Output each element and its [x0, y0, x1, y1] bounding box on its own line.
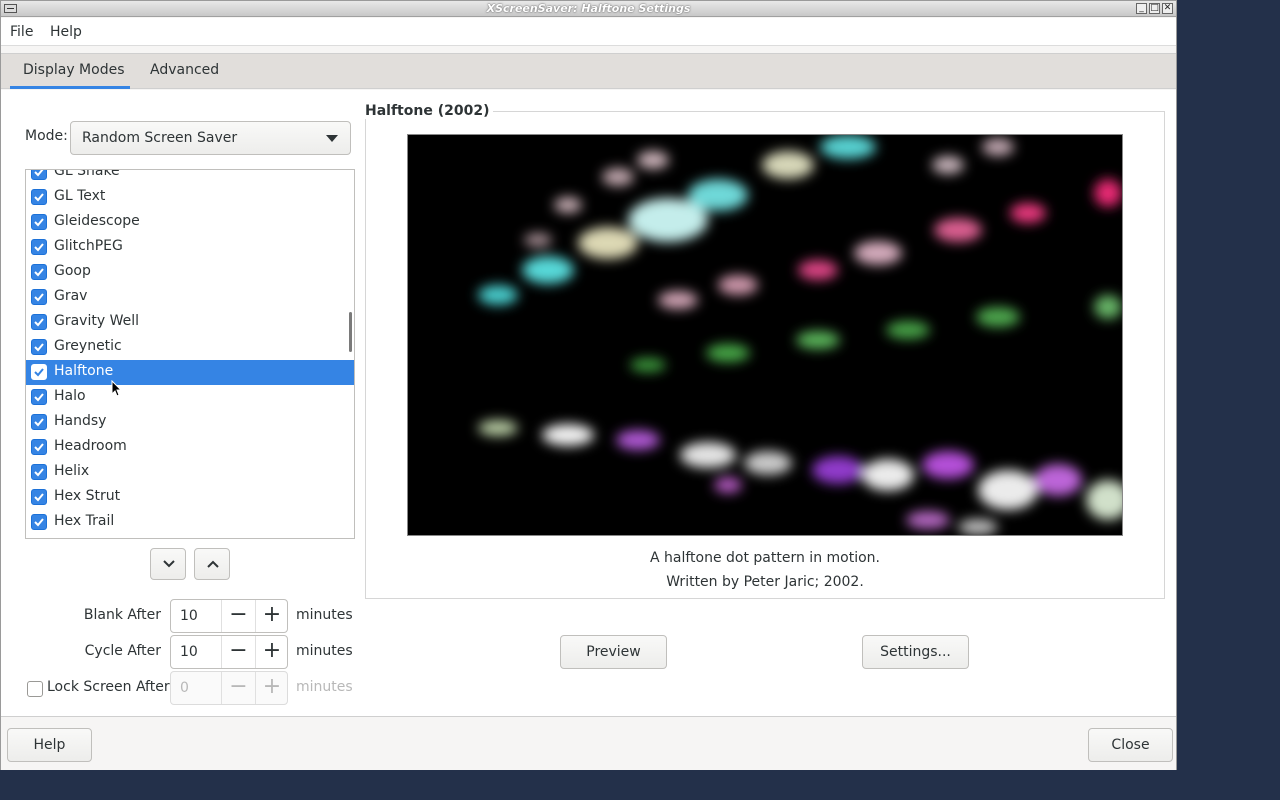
list-item-label: Hex Strut: [54, 488, 121, 504]
decrement-icon[interactable]: −: [221, 636, 255, 668]
lock-after-spinner: 0 − +: [170, 671, 288, 705]
checkbox-checked-icon[interactable]: [31, 464, 47, 480]
move-down-button[interactable]: [150, 548, 186, 580]
list-item-label: Helix: [54, 463, 90, 479]
preview-author: Written by Peter Jaric; 2002.: [666, 574, 864, 590]
lock-screen-checkbox[interactable]: [27, 681, 43, 697]
list-item[interactable]: Hex Strut: [26, 485, 354, 510]
titlebar[interactable]: XScreenSaver: Halftone Settings _ □ ✕: [1, 1, 1176, 17]
checkbox-checked-icon[interactable]: [31, 439, 47, 455]
help-button[interactable]: Help: [7, 728, 92, 762]
checkbox-checked-icon[interactable]: [31, 264, 47, 280]
decrement-icon[interactable]: −: [221, 600, 255, 632]
blank-after-label: Blank After: [83, 607, 161, 623]
list-item-label: Handsy: [54, 413, 107, 429]
decrement-icon: −: [221, 672, 255, 704]
list-item[interactable]: GL Snake: [26, 169, 354, 185]
list-item-label: Gravity Well: [54, 313, 139, 329]
increment-icon[interactable]: +: [255, 636, 288, 668]
list-item[interactable]: Grav: [26, 285, 354, 310]
lock-after-unit: minutes: [296, 679, 353, 695]
list-item[interactable]: Headroom: [26, 435, 354, 460]
bottom-bar: Help Close: [1, 718, 1176, 770]
menu-file[interactable]: File: [10, 24, 33, 40]
chevron-down-icon: [163, 560, 175, 568]
dropdown-arrow-icon: [326, 135, 338, 142]
maximize-icon[interactable]: □: [1149, 3, 1160, 14]
tab-advanced[interactable]: Advanced: [150, 62, 219, 78]
cycle-after-spinner[interactable]: 10 − +: [170, 635, 288, 669]
checkbox-checked-icon[interactable]: [31, 514, 47, 530]
list-item[interactable]: Halo: [26, 385, 354, 410]
preview-button[interactable]: Preview: [560, 635, 667, 669]
checkbox-checked-icon[interactable]: [31, 170, 47, 180]
lock-after-value: 0: [180, 680, 189, 696]
screensaver-list[interactable]: GL Snake GL Text Gleidescope GlitchPEG Goop G…: [25, 169, 355, 539]
close-window-icon[interactable]: ✕: [1162, 3, 1173, 14]
menubar: File Help: [1, 18, 1176, 46]
settings-window: XScreenSaver: Halftone Settings _ □ ✕ Fi…: [0, 0, 1177, 770]
preview-description: A halftone dot pattern in motion.: [649, 550, 880, 566]
checkbox-checked-icon[interactable]: [31, 314, 47, 330]
checkbox-checked-icon[interactable]: [31, 189, 47, 205]
list-item-label: Halo: [54, 388, 86, 404]
move-up-button[interactable]: [194, 548, 230, 580]
checkbox-checked-icon[interactable]: [31, 364, 47, 380]
list-item[interactable]: Halftone: [26, 360, 354, 385]
list-item-label: Halftone: [54, 363, 114, 379]
list-scrollbar[interactable]: [349, 312, 352, 352]
settings-button[interactable]: Settings...: [862, 635, 969, 669]
checkbox-checked-icon[interactable]: [31, 489, 47, 505]
menu-help[interactable]: Help: [50, 24, 82, 40]
increment-icon[interactable]: +: [255, 600, 288, 632]
list-item-label: GL Text: [54, 188, 106, 204]
checkbox-checked-icon[interactable]: [31, 239, 47, 255]
window-title: XScreenSaver: Halftone Settings: [486, 2, 691, 15]
cycle-after-label: Cycle After: [84, 643, 161, 659]
list-item[interactable]: Hex Trail: [26, 510, 354, 535]
display-modes-panel: Mode: Random Screen Saver GL Snake GL Tex…: [1, 90, 1176, 717]
blank-after-value[interactable]: 10: [180, 608, 198, 624]
tab-display-modes[interactable]: Display Modes: [23, 62, 125, 78]
list-item[interactable]: GL Text: [26, 185, 354, 210]
lock-screen-label[interactable]: Lock Screen After: [47, 679, 170, 695]
increment-icon: +: [255, 672, 288, 704]
checkbox-checked-icon[interactable]: [31, 414, 47, 430]
list-item[interactable]: Gravity Well: [26, 310, 354, 335]
mode-value: Random Screen Saver: [82, 130, 238, 146]
list-item-label: Gleidescope: [54, 213, 140, 229]
list-item[interactable]: Gleidescope: [26, 210, 354, 235]
cycle-after-value[interactable]: 10: [180, 644, 198, 660]
list-item-label: Goop: [54, 263, 91, 279]
checkbox-checked-icon[interactable]: [31, 389, 47, 405]
preview-title: Halftone (2002): [365, 103, 494, 119]
preview-image: [407, 134, 1123, 536]
list-item[interactable]: GlitchPEG: [26, 235, 354, 260]
blank-after-unit: minutes: [296, 607, 353, 623]
list-item[interactable]: Goop: [26, 260, 354, 285]
checkbox-checked-icon[interactable]: [31, 214, 47, 230]
mode-dropdown[interactable]: Random Screen Saver: [70, 121, 351, 155]
list-item-label: GL Snake: [54, 169, 120, 179]
checkbox-checked-icon[interactable]: [31, 289, 47, 305]
list-item-label: Greynetic: [54, 338, 122, 354]
mouse-cursor-icon: [111, 380, 123, 397]
list-item-label: GlitchPEG: [54, 238, 123, 254]
active-tab-indicator: [10, 86, 130, 89]
list-item-label: Hex Trail: [54, 513, 115, 529]
minimize-icon[interactable]: _: [1136, 3, 1147, 14]
checkbox-checked-icon[interactable]: [31, 339, 47, 355]
list-item[interactable]: Helix: [26, 460, 354, 485]
blank-after-spinner[interactable]: 10 − +: [170, 599, 288, 633]
list-item-label: Grav: [54, 288, 88, 304]
halftone-preview-graphic: [408, 135, 1122, 535]
cycle-after-unit: minutes: [296, 643, 353, 659]
list-item-label: Headroom: [54, 438, 127, 454]
close-button[interactable]: Close: [1088, 728, 1173, 762]
mode-label: Mode:: [25, 128, 68, 144]
list-item[interactable]: Handsy: [26, 410, 354, 435]
tab-bar: Display Modes Advanced: [1, 53, 1176, 89]
list-item[interactable]: Greynetic: [26, 335, 354, 360]
chevron-up-icon: [207, 560, 219, 568]
